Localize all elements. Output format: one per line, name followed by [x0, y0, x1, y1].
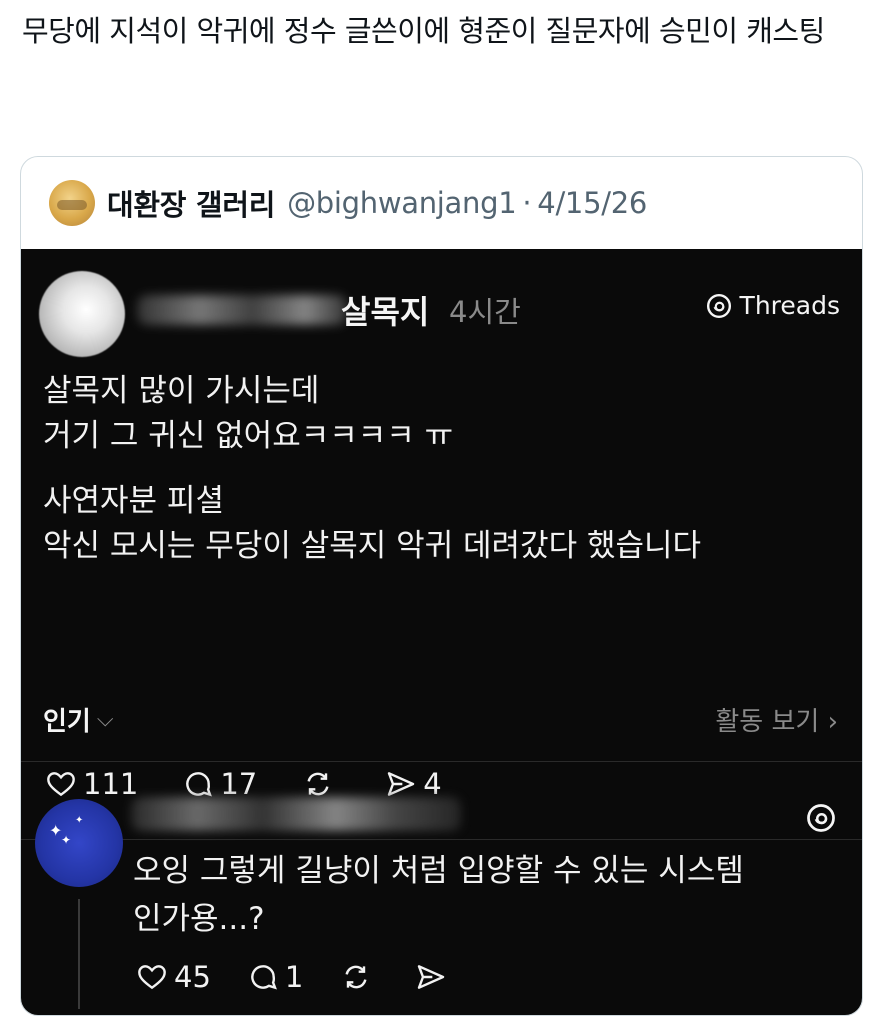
heart-icon: [138, 965, 166, 990]
quoted-author-avatar[interactable]: [49, 180, 95, 226]
header-separator: ·: [522, 186, 532, 220]
like-count: 111: [83, 767, 139, 801]
threads-logo-icon: [706, 293, 731, 318]
repost-button[interactable]: [339, 961, 379, 993]
quoted-tweet-header: 대환장 갤러리 @bighwanjang1 · 4/15/26: [21, 157, 862, 249]
reply-body: 오잉 그렇게 길냥이 처럼 입양할 수 있는 시스템 인가용...?: [133, 847, 853, 943]
repost-icon: [307, 772, 329, 796]
comment-icon: [186, 772, 213, 797]
share-icon: [388, 772, 415, 796]
threads-brand: Threads: [706, 291, 840, 320]
post-time: 4시간: [449, 295, 521, 329]
post-title: 살목지: [341, 293, 430, 331]
like-button[interactable]: 111: [45, 767, 138, 801]
repost-icon: [345, 965, 367, 989]
quoted-tweet-date[interactable]: 4/15/26: [537, 186, 647, 220]
comment-button[interactable]: 17: [182, 767, 257, 801]
threads-logo-icon: [807, 804, 835, 832]
comment-icon: [251, 965, 277, 990]
reply-author-avatar[interactable]: ✦ ✦ ✦: [35, 799, 123, 887]
share-icon: [418, 965, 445, 989]
like-button[interactable]: 45: [136, 960, 211, 994]
reply-line: 인가용...?: [133, 901, 265, 937]
comment-count: 1: [284, 960, 304, 994]
reply-thread-line: [78, 899, 80, 1009]
sort-dropdown[interactable]: 인기 ⌵: [43, 701, 114, 738]
share-button[interactable]: 4: [385, 767, 442, 801]
quoted-tweet-card[interactable]: 대환장 갤러리 @bighwanjang1 · 4/15/26 살목지 4시간 …: [20, 156, 863, 1016]
sparkle-icon: ✦: [75, 815, 84, 826]
post-actions: 111 17 4: [45, 767, 486, 801]
threads-brand-label: Threads: [739, 291, 840, 320]
divider: [21, 761, 862, 762]
share-count: 4: [423, 767, 442, 801]
reply-line: 오잉 그렇게 길냥이 처럼 입양할 수 있는 시스템: [133, 853, 744, 889]
comment-count: 17: [220, 767, 258, 801]
quoted-author-handle: @bighwanjang1: [287, 186, 517, 220]
post-body: 살목지 많이 가시는데 거기 그 귀신 없어요ㅋㅋㅋㅋ ㅠ 사연자분 피셜 악신…: [43, 369, 843, 569]
post-line: 사연자분 피셜: [43, 483, 224, 519]
post-line: 살목지 많이 가시는데: [43, 373, 320, 409]
post-author-avatar-blurred: [39, 271, 125, 357]
quoted-author-name[interactable]: 대환장 갤러리: [107, 182, 275, 224]
post-author-name-blurred: [137, 295, 347, 325]
reply-actions: 45 1: [136, 960, 497, 994]
reply-author-name-blurred: [131, 797, 461, 831]
like-count: 45: [174, 960, 211, 994]
sparkle-icon: ✦: [61, 833, 72, 847]
repost-button[interactable]: [301, 768, 341, 800]
view-activity-link[interactable]: 활동 보기 ›: [715, 701, 838, 738]
sort-label: 인기: [43, 707, 91, 737]
threads-screenshot-image[interactable]: 살목지 4시간 Threads 살목지 많이 가시는데 거기 그 귀신 없어요ㅋ…: [21, 249, 862, 1015]
divider: [21, 839, 862, 840]
tweet-text: 무당에 지석이 악귀에 정수 글쓴이에 형준이 질문자에 승민이 캐스팅: [22, 14, 825, 48]
comment-button[interactable]: 1: [247, 960, 303, 994]
post-line: 악신 모시는 무당이 살목지 악귀 데려갔다 했습니다: [43, 528, 702, 564]
post-line: 거기 그 귀신 없어요ㅋㅋㅋㅋ ㅠ: [43, 418, 454, 454]
heart-icon: [47, 772, 75, 797]
share-button[interactable]: [415, 961, 453, 993]
chevron-down-icon: ⌵: [96, 707, 114, 732]
